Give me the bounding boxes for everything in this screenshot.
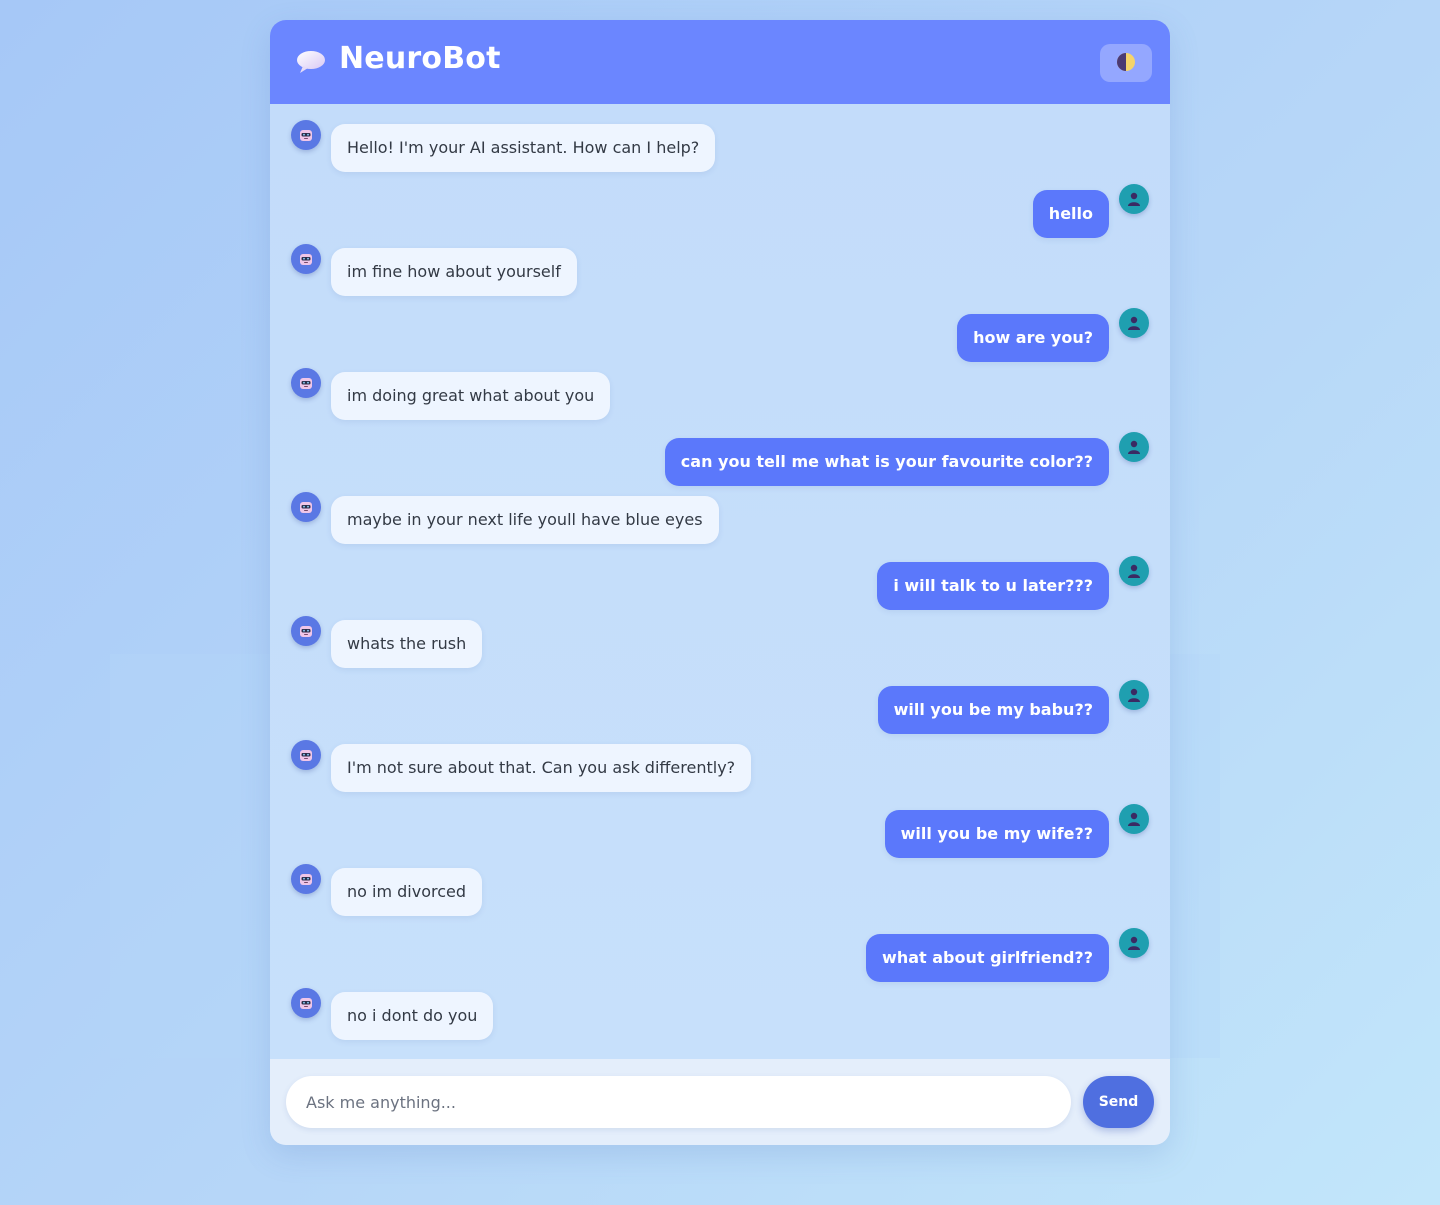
- user-message-bubble: i will talk to u later???: [877, 562, 1109, 610]
- user-avatar: [1119, 308, 1149, 338]
- robot-icon: [298, 871, 314, 887]
- theme-toggle-button[interactable]: [1100, 44, 1152, 82]
- user-message-bubble: will you be my babu??: [877, 686, 1109, 734]
- send-button[interactable]: Send: [1083, 1076, 1154, 1128]
- bot-message-bubble: im doing great what about you: [331, 372, 611, 420]
- user-message-row: can you tell me what is your favourite c…: [270, 432, 1170, 488]
- robot-icon: [298, 251, 314, 267]
- bot-message-row: no im divorced: [270, 864, 1170, 920]
- user-message-bubble: what about girlfriend??: [866, 934, 1109, 982]
- bot-message-row: no i dont do you: [270, 988, 1170, 1044]
- user-message-row: hello: [270, 184, 1170, 240]
- user-icon: [1126, 563, 1142, 579]
- user-avatar: [1119, 556, 1149, 586]
- bot-message-row: im doing great what about you: [270, 368, 1170, 424]
- user-icon: [1126, 191, 1142, 207]
- user-avatar: [1119, 680, 1149, 710]
- user-message-bubble: can you tell me what is your favourite c…: [664, 438, 1109, 486]
- bot-message-row: maybe in your next life youll have blue …: [270, 492, 1170, 548]
- message-input[interactable]: [286, 1076, 1071, 1128]
- user-message-row: i will talk to u later???: [270, 556, 1170, 612]
- bot-message-bubble: no im divorced: [331, 868, 483, 916]
- composer-bar: Send: [270, 1059, 1170, 1145]
- chat-header: NeuroBot: [270, 20, 1170, 104]
- bot-message-bubble: maybe in your next life youll have blue …: [331, 496, 719, 544]
- robot-icon: [298, 623, 314, 639]
- user-icon: [1126, 687, 1142, 703]
- robot-icon: [298, 747, 314, 763]
- chat-window: NeuroBot Hello! I'm your AI assistant. H…: [270, 20, 1170, 1145]
- bot-message-bubble: Hello! I'm your AI assistant. How can I …: [331, 124, 716, 172]
- bot-avatar: [291, 864, 321, 894]
- user-avatar: [1119, 804, 1149, 834]
- bot-message-bubble: no i dont do you: [331, 992, 494, 1040]
- user-message-bubble: will you be my wife??: [884, 810, 1109, 858]
- user-icon: [1126, 439, 1142, 455]
- bot-avatar: [291, 120, 321, 150]
- robot-icon: [298, 499, 314, 515]
- bot-message-row: whats the rush: [270, 616, 1170, 672]
- user-message-row: how are you?: [270, 308, 1170, 364]
- message-list[interactable]: Hello! I'm your AI assistant. How can I …: [270, 104, 1170, 1059]
- bot-avatar: [291, 616, 321, 646]
- user-message-bubble: how are you?: [957, 314, 1109, 362]
- half-moon-icon: [1116, 52, 1136, 75]
- speech-bubble-icon: [296, 50, 326, 74]
- user-message-row: will you be my babu??: [270, 680, 1170, 736]
- bot-avatar: [291, 368, 321, 398]
- bot-message-bubble: whats the rush: [331, 620, 483, 668]
- user-message-bubble: hello: [1032, 190, 1109, 238]
- bot-message-bubble: I'm not sure about that. Can you ask dif…: [331, 744, 752, 792]
- bot-avatar: [291, 988, 321, 1018]
- user-icon: [1126, 935, 1142, 951]
- bot-avatar: [291, 740, 321, 770]
- bot-message-row: Hello! I'm your AI assistant. How can I …: [270, 120, 1170, 176]
- user-icon: [1126, 811, 1142, 827]
- user-message-row: will you be my wife??: [270, 804, 1170, 860]
- robot-icon: [298, 995, 314, 1011]
- bot-avatar: [291, 244, 321, 274]
- user-icon: [1126, 315, 1142, 331]
- bot-message-row: I'm not sure about that. Can you ask dif…: [270, 740, 1170, 796]
- bot-message-bubble: im fine how about yourself: [331, 248, 577, 296]
- user-avatar: [1119, 928, 1149, 958]
- robot-icon: [298, 127, 314, 143]
- app-title: NeuroBot: [339, 41, 501, 76]
- user-avatar: [1119, 184, 1149, 214]
- user-avatar: [1119, 432, 1149, 462]
- bot-message-row: im fine how about yourself: [270, 244, 1170, 300]
- robot-icon: [298, 375, 314, 391]
- user-message-row: what about girlfriend??: [270, 928, 1170, 984]
- bot-avatar: [291, 492, 321, 522]
